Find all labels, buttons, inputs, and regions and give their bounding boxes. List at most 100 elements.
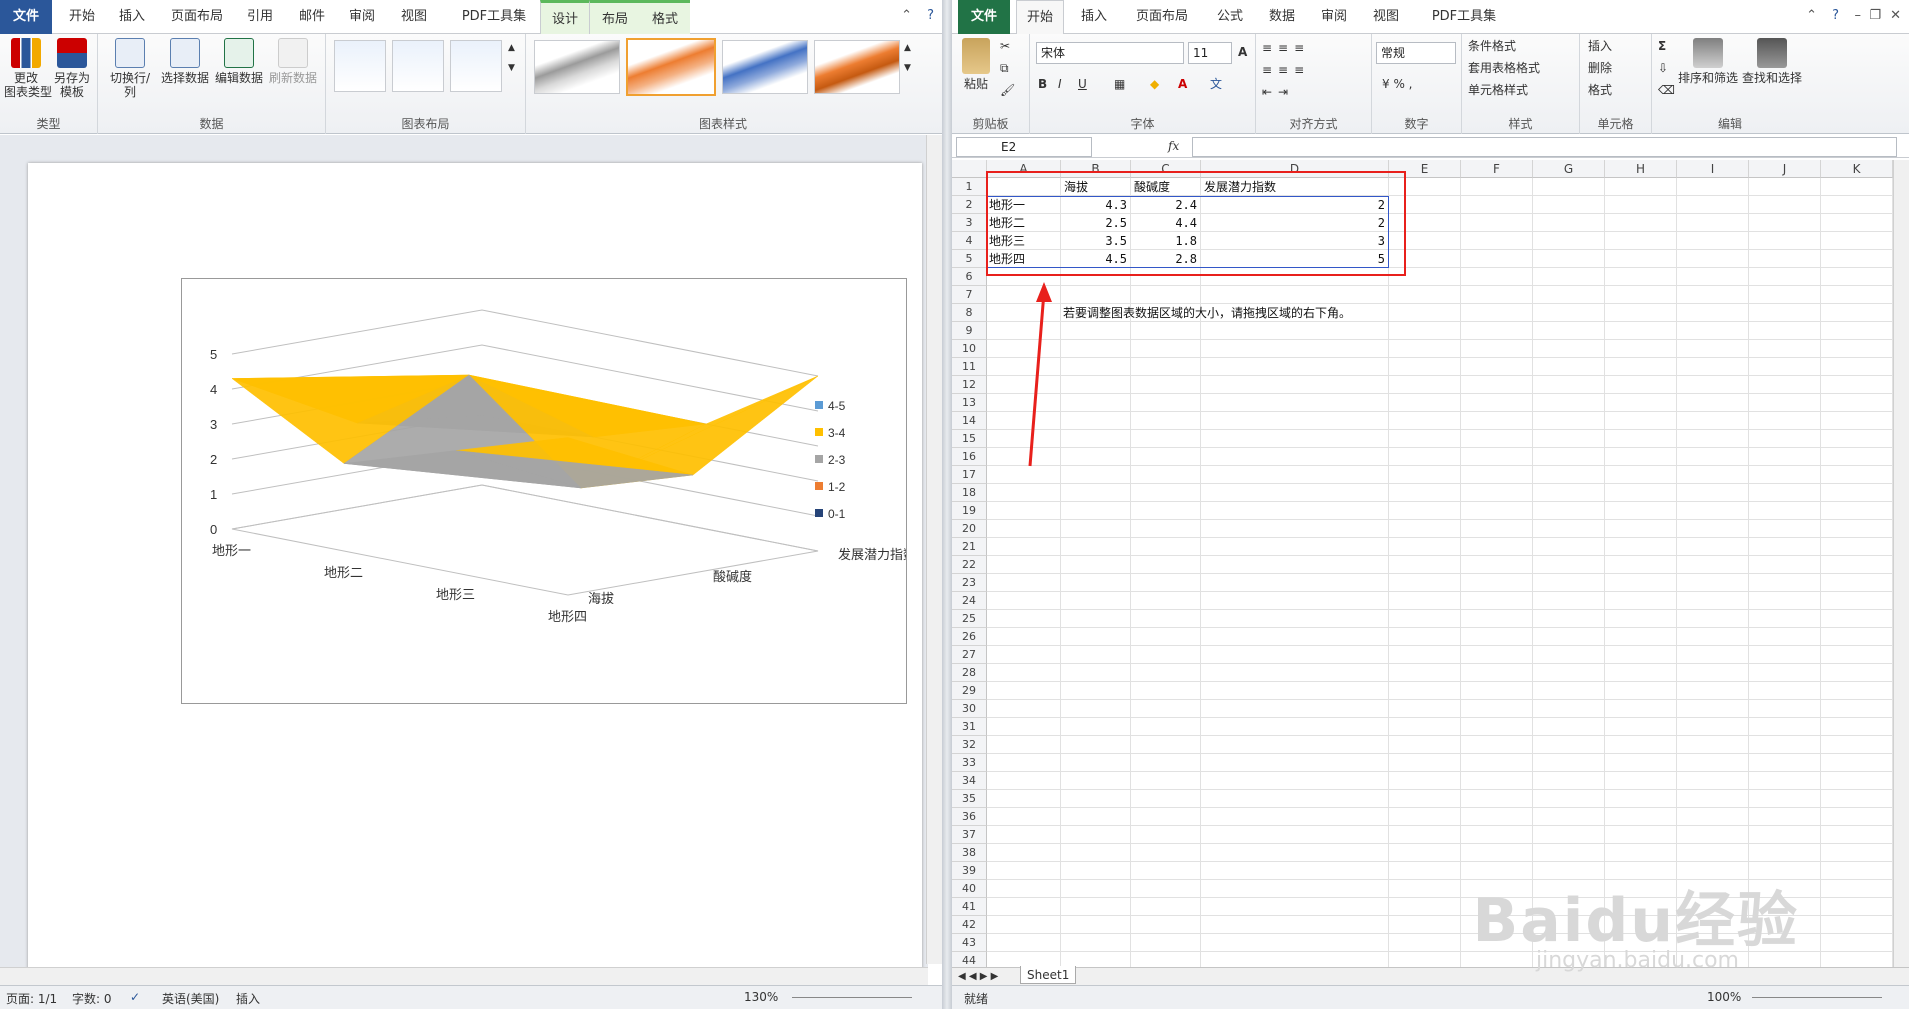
grid-cell[interactable] [1061, 772, 1131, 790]
grid-cell[interactable] [1389, 610, 1461, 628]
row-header-36[interactable]: 36 [952, 808, 987, 826]
grid-cell[interactable] [1061, 790, 1131, 808]
grid-cell[interactable] [1749, 448, 1821, 466]
tab-chart-format[interactable]: 格式 [640, 0, 690, 34]
grid-cell[interactable] [1749, 700, 1821, 718]
grid-cell[interactable] [1389, 466, 1461, 484]
column-header-H[interactable]: H [1605, 160, 1677, 178]
grid-cell[interactable] [1677, 736, 1749, 754]
grid-cell[interactable] [1533, 628, 1605, 646]
fx-icon[interactable]: fx [1168, 136, 1179, 156]
copy-icon[interactable]: ⧉ [1000, 58, 1009, 78]
grid-cell[interactable] [987, 664, 1061, 682]
grid-cell[interactable] [1461, 178, 1533, 196]
grid-cell[interactable] [1461, 394, 1533, 412]
grid-cell[interactable] [1605, 214, 1677, 232]
grid-cell[interactable] [1201, 826, 1389, 844]
grid-cell[interactable] [1061, 610, 1131, 628]
grid-cell[interactable] [1749, 826, 1821, 844]
row-header-1[interactable]: 1 [952, 178, 987, 196]
grid-cell[interactable] [1533, 466, 1605, 484]
row-header-9[interactable]: 9 [952, 322, 987, 340]
grid-cell[interactable] [1131, 376, 1201, 394]
grid-cell[interactable] [1461, 214, 1533, 232]
grid-cell[interactable] [1533, 214, 1605, 232]
grid-cell[interactable] [1131, 610, 1201, 628]
switch-row-col-button[interactable]: 切换行/列 [104, 38, 156, 99]
name-box[interactable]: E2 [956, 137, 1092, 157]
insert-cells-button[interactable]: 插入 [1588, 36, 1612, 56]
grid-cell[interactable] [1821, 250, 1893, 268]
row-header-26[interactable]: 26 [952, 628, 987, 646]
grid-cell[interactable] [987, 376, 1061, 394]
style-thumb-orange2[interactable] [814, 40, 900, 94]
grid-cell[interactable] [1201, 628, 1389, 646]
grid-cell[interactable] [1533, 196, 1605, 214]
grid-cell[interactable] [1131, 268, 1201, 286]
data-cell-C5[interactable]: 2.8 [1133, 250, 1199, 268]
grid-cell[interactable] [1605, 502, 1677, 520]
data-cell-A5[interactable]: 地形四 [989, 250, 1059, 268]
grid-cell[interactable] [1389, 412, 1461, 430]
row-header-25[interactable]: 25 [952, 610, 987, 628]
grid-cell[interactable] [1533, 808, 1605, 826]
row-header-3[interactable]: 3 [952, 214, 987, 232]
grid-cell[interactable] [987, 916, 1061, 934]
grid-cell[interactable] [1131, 808, 1201, 826]
grid-cell[interactable] [1677, 772, 1749, 790]
grid-cell[interactable] [1461, 466, 1533, 484]
grid-cell[interactable] [1605, 430, 1677, 448]
grid-cell[interactable] [1749, 646, 1821, 664]
grid-cell[interactable] [1389, 880, 1461, 898]
grid-cell[interactable] [1061, 394, 1131, 412]
grid-cell[interactable] [1605, 448, 1677, 466]
grid-cell[interactable] [1749, 628, 1821, 646]
grid-cell[interactable] [1461, 376, 1533, 394]
grid-cell[interactable] [1131, 484, 1201, 502]
grid-cell[interactable] [1389, 232, 1461, 250]
grid-cell[interactable] [1201, 376, 1389, 394]
grid-cell[interactable] [1821, 376, 1893, 394]
grid-cell[interactable] [1201, 934, 1389, 952]
row-header-6[interactable]: 6 [952, 268, 987, 286]
grid-cell[interactable] [1533, 592, 1605, 610]
row-header-5[interactable]: 5 [952, 250, 987, 268]
row-header-14[interactable]: 14 [952, 412, 987, 430]
window-splitter[interactable] [942, 0, 952, 1009]
grid-cell[interactable] [1605, 484, 1677, 502]
row-header-19[interactable]: 19 [952, 502, 987, 520]
grid-cell[interactable] [1389, 646, 1461, 664]
grid-cell[interactable] [1605, 808, 1677, 826]
grid-cell[interactable] [1389, 682, 1461, 700]
grid-cell[interactable] [1821, 682, 1893, 700]
grid-cell[interactable] [1605, 250, 1677, 268]
grid-cell[interactable] [1821, 286, 1893, 304]
grid-cell[interactable] [1821, 952, 1893, 968]
grid-cell[interactable] [1677, 826, 1749, 844]
grid-cell[interactable] [1061, 466, 1131, 484]
grid-cell[interactable] [1605, 232, 1677, 250]
grid-cell[interactable] [1677, 232, 1749, 250]
grid-cell[interactable] [1821, 826, 1893, 844]
grid-cell[interactable] [1461, 592, 1533, 610]
grid-cell[interactable] [1605, 772, 1677, 790]
row-header-18[interactable]: 18 [952, 484, 987, 502]
grid-cell[interactable] [1061, 736, 1131, 754]
grid-cell[interactable] [1131, 718, 1201, 736]
grid-cell[interactable] [1461, 610, 1533, 628]
tab-page-layout[interactable]: 页面布局 [162, 0, 232, 34]
grid-cell[interactable] [1389, 826, 1461, 844]
grid-cell[interactable] [1131, 466, 1201, 484]
grid-cell[interactable] [1389, 394, 1461, 412]
grid-cell[interactable] [1461, 484, 1533, 502]
grid-cell[interactable] [1461, 196, 1533, 214]
grid-cell[interactable] [1533, 376, 1605, 394]
data-cell-D2[interactable]: 2 [1203, 196, 1387, 214]
row-header-42[interactable]: 42 [952, 916, 987, 934]
row-header-37[interactable]: 37 [952, 826, 987, 844]
grid-cell[interactable] [1821, 520, 1893, 538]
tab-view[interactable]: 视图 [392, 0, 436, 34]
grid-cell[interactable] [1749, 844, 1821, 862]
grid-cell[interactable] [1749, 538, 1821, 556]
excel-tab-data[interactable]: 数据 [1258, 0, 1306, 34]
